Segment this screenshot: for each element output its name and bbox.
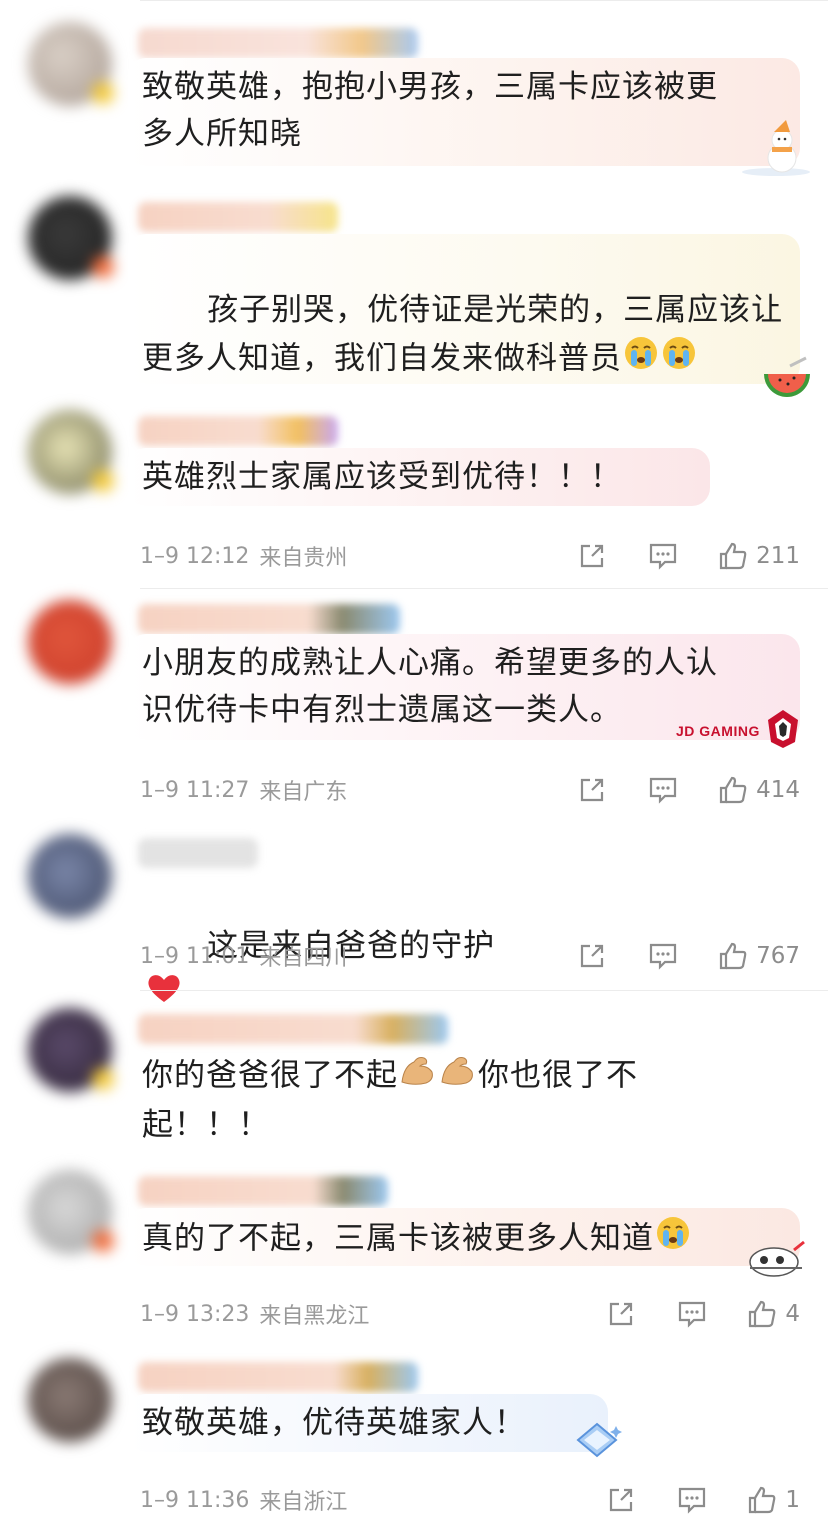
thumbs-up-icon bbox=[718, 941, 748, 971]
comment-bubble: 这是来自爸爸的守护 bbox=[128, 870, 548, 1002]
thumbs-up-icon bbox=[747, 1485, 777, 1515]
comment-meta: 1–9 11:27 来自广东 414 bbox=[140, 772, 800, 808]
username[interactable] bbox=[138, 1362, 418, 1392]
comment-bubble: 致敬英雄，抱抱小男孩，三属卡应该被更 多人所知晓 bbox=[128, 58, 800, 166]
comment-bubble: 孩子别哭，优待证是光荣的，三属应该让 更多人知道，我们自发来做科普员 bbox=[128, 234, 800, 384]
avatar[interactable] bbox=[28, 1008, 114, 1092]
share-icon[interactable] bbox=[578, 942, 606, 970]
like-count: 211 bbox=[756, 543, 800, 569]
share-icon[interactable] bbox=[578, 776, 606, 804]
like-count: 1 bbox=[785, 1487, 800, 1513]
comment-meta: 1–9 13:23 来自黑龙江 4 bbox=[140, 1296, 800, 1332]
username[interactable] bbox=[138, 28, 418, 58]
comment-location: 来自浙江 bbox=[259, 1490, 348, 1515]
share-icon[interactable] bbox=[607, 1300, 635, 1328]
comment-text: 真的了不起，三属卡该被更多人知道 bbox=[142, 1220, 654, 1257]
comment-time: 1–9 11:27 bbox=[140, 777, 250, 803]
jdg-badge-label: JD GAMING bbox=[676, 723, 760, 739]
share-icon[interactable] bbox=[607, 1486, 635, 1514]
comment-text: 致敬英雄，抱抱小男孩，三属卡应该被更 多人所知晓 bbox=[142, 69, 718, 152]
heart-icon bbox=[146, 971, 182, 1018]
comment-location: 来自黑龙江 bbox=[259, 1304, 370, 1329]
comment-text: 英雄烈士家属应该受到优待！！！ bbox=[142, 459, 622, 495]
username[interactable] bbox=[138, 1014, 448, 1044]
like-button[interactable]: 1 bbox=[747, 1485, 800, 1515]
comment-time: 1–9 11:01 bbox=[140, 943, 250, 969]
username[interactable] bbox=[138, 202, 338, 232]
username[interactable] bbox=[138, 604, 400, 634]
comment-bubble: 真的了不起，三属卡该被更多人知道 bbox=[128, 1208, 800, 1266]
comment-icon[interactable] bbox=[648, 776, 678, 804]
avatar[interactable] bbox=[28, 410, 114, 494]
like-button[interactable]: 4 bbox=[747, 1299, 800, 1329]
comment-icon[interactable] bbox=[677, 1300, 707, 1328]
comment-icon[interactable] bbox=[677, 1486, 707, 1514]
comment-location: 来自广东 bbox=[259, 780, 348, 805]
comment-bubble: 英雄烈士家属应该受到优待！！！ bbox=[128, 448, 710, 506]
avatar[interactable] bbox=[28, 1170, 114, 1254]
like-button[interactable]: 211 bbox=[718, 541, 800, 571]
user-badge-icon bbox=[92, 1230, 114, 1252]
comment-time: 1–9 13:23 bbox=[140, 1301, 250, 1327]
jdg-logo-icon bbox=[762, 708, 804, 754]
diamond-decoration-icon bbox=[572, 1420, 622, 1464]
crying-face-icon bbox=[622, 334, 660, 386]
comment-bubble: 致敬英雄，优待英雄家人！ bbox=[128, 1394, 608, 1452]
like-count: 414 bbox=[756, 777, 800, 803]
comment-location: 来自贵州 bbox=[259, 546, 348, 571]
comment-meta: 1–9 11:36 来自浙江 1 bbox=[140, 1482, 800, 1518]
comment-text: 你也很了不 bbox=[478, 1057, 638, 1094]
crying-face-icon bbox=[654, 1214, 692, 1266]
comment-text: 起！！！ bbox=[142, 1107, 270, 1143]
comment-time: 1–9 12:12 bbox=[140, 543, 250, 569]
snowman-decoration-icon bbox=[740, 118, 812, 182]
divider bbox=[140, 0, 828, 1]
cartoon-decoration-icon bbox=[744, 1232, 808, 1284]
divider bbox=[140, 990, 828, 991]
comment-meta: 1–9 12:12 来自贵州 211 bbox=[140, 538, 800, 574]
username[interactable] bbox=[138, 1176, 388, 1206]
flexed-biceps-icon bbox=[398, 1052, 438, 1102]
like-count: 4 bbox=[785, 1301, 800, 1327]
comment-location: 来自四川 bbox=[259, 946, 348, 971]
flexed-biceps-icon bbox=[438, 1052, 478, 1102]
watermelon-decoration-icon bbox=[760, 356, 814, 406]
avatar[interactable] bbox=[28, 1358, 112, 1442]
crying-face-icon bbox=[660, 334, 698, 386]
thumbs-up-icon bbox=[718, 775, 748, 805]
comment-meta: 1–9 11:01 来自四川 767 bbox=[140, 938, 800, 974]
comment-time: 1–9 11:36 bbox=[140, 1487, 250, 1513]
like-button[interactable]: 414 bbox=[718, 775, 800, 805]
divider bbox=[140, 588, 828, 589]
user-badge-icon bbox=[92, 82, 114, 104]
username[interactable] bbox=[138, 838, 258, 868]
user-badge-icon bbox=[92, 470, 114, 492]
comment-text: 致敬英雄，优待英雄家人！ bbox=[142, 1405, 526, 1441]
comment-icon[interactable] bbox=[648, 942, 678, 970]
like-button[interactable]: 767 bbox=[718, 941, 800, 971]
comment-bubble: 你的爸爸很了不起 你也很了不起！！！ bbox=[128, 1046, 708, 1152]
comment-text: 你的爸爸很了不起 bbox=[142, 1057, 398, 1094]
comment-icon[interactable] bbox=[648, 542, 678, 570]
avatar[interactable] bbox=[28, 600, 112, 684]
avatar[interactable] bbox=[28, 834, 112, 918]
user-badge-icon bbox=[92, 1068, 114, 1090]
avatar[interactable] bbox=[28, 196, 114, 280]
share-icon[interactable] bbox=[578, 542, 606, 570]
avatar[interactable] bbox=[28, 22, 114, 106]
username[interactable] bbox=[138, 416, 338, 446]
thumbs-up-icon bbox=[747, 1299, 777, 1329]
like-count: 767 bbox=[756, 943, 800, 969]
thumbs-up-icon bbox=[718, 541, 748, 571]
user-badge-icon bbox=[92, 256, 114, 278]
